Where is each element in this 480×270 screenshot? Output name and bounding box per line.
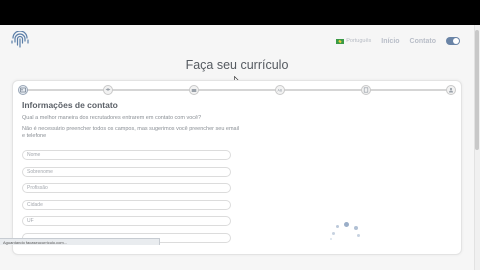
city-field[interactable] xyxy=(22,200,231,210)
theme-toggle[interactable] xyxy=(446,37,460,45)
section-title: Informações de contato xyxy=(22,100,118,110)
scrollbar-thumb[interactable] xyxy=(475,30,479,150)
brazil-flag-icon xyxy=(336,38,345,44)
step-education-icon[interactable] xyxy=(103,85,113,95)
nav-home-link[interactable]: Início xyxy=(381,38,399,45)
step-user-icon[interactable] xyxy=(446,85,456,95)
first-name-field[interactable] xyxy=(22,150,231,160)
browser-top-bar xyxy=(0,0,480,25)
language-label: Português xyxy=(346,38,372,44)
last-name-field[interactable] xyxy=(22,167,231,177)
nav-contact-link[interactable]: Contato xyxy=(410,38,436,45)
section-question: Qual a melhor maneira dos recrutadores e… xyxy=(22,115,202,121)
page-title: Faça seu currículo xyxy=(185,58,289,72)
loading-spinner-icon xyxy=(326,220,362,242)
progress-steps-line xyxy=(22,89,451,91)
step-briefcase-icon[interactable] xyxy=(189,85,199,95)
language-selector[interactable]: Português xyxy=(336,38,371,44)
state-field[interactable] xyxy=(22,216,231,226)
step-contact-icon[interactable] xyxy=(18,85,28,95)
step-document-icon[interactable] xyxy=(361,85,371,95)
profession-field[interactable] xyxy=(22,183,231,193)
section-hint: Não é necessário preencher todos os camp… xyxy=(22,126,240,139)
step-language-icon[interactable]: AB xyxy=(275,85,285,95)
fingerprint-logo-icon[interactable] xyxy=(10,31,30,49)
top-nav: Português Início Contato xyxy=(336,37,460,45)
browser-status-bar: Aguardando facaseucurriculo.com... xyxy=(0,238,160,245)
svg-text:AB: AB xyxy=(278,89,283,93)
